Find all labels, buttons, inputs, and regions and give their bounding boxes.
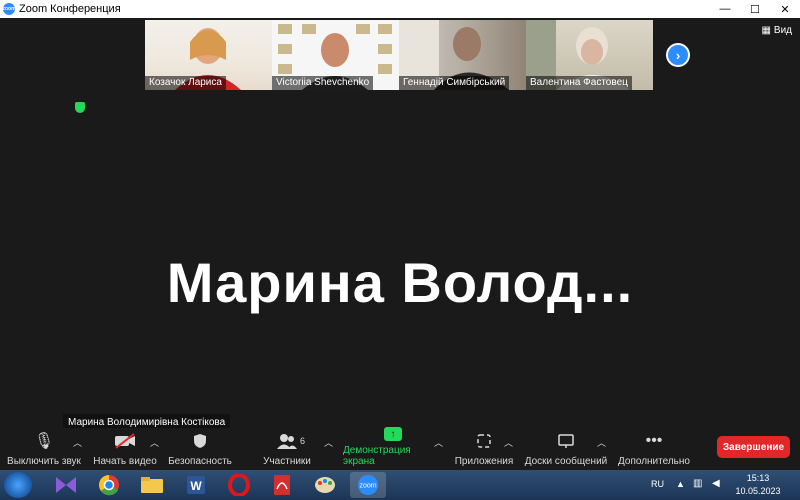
participant-tile[interactable]: Victoriia Shevchenko [272, 20, 399, 90]
video-label: Начать видео [93, 456, 157, 467]
participant-tile[interactable]: Козачок Лариса [145, 20, 272, 90]
security-button[interactable]: Безопасность [167, 428, 233, 470]
whiteboards-label: Доски сообщений [524, 456, 608, 467]
apps-label: Приложения [454, 456, 514, 467]
pdf-reader-icon[interactable] [264, 472, 300, 498]
system-clock[interactable]: 15:13 10.05.2023 [732, 472, 784, 498]
participants-button[interactable]: Участники [260, 428, 314, 470]
participants-label: Участники [263, 456, 311, 467]
view-button-label: Вид [773, 25, 792, 36]
more-dots-icon: ••• [645, 432, 663, 449]
chevron-right-icon: › [675, 47, 681, 63]
active-speaker-name: Марина Волод... [166, 251, 634, 314]
title-bar: zoom Zoom Конференция — ☐ ✕ [0, 0, 800, 18]
view-button[interactable]: ▦ Вид [761, 25, 792, 36]
share-label: Демонстрация экрана [343, 445, 411, 467]
svg-text:W: W [190, 479, 202, 493]
share-options-caret-icon[interactable]: ︿ [434, 436, 443, 449]
network-icon[interactable]: ▥ [693, 478, 702, 489]
language-indicator[interactable]: RU [651, 479, 664, 489]
participants-options-caret-icon[interactable]: ︿ [324, 436, 333, 449]
apps-button[interactable]: Приложения [453, 428, 515, 470]
audio-options-caret-icon[interactable]: ︿ [73, 436, 82, 449]
participant-tile[interactable]: Валентина Фастовец [526, 20, 653, 90]
chrome-icon[interactable] [91, 472, 127, 498]
apps-options-caret-icon[interactable]: ︿ [504, 436, 513, 449]
participants-count: 6 [300, 436, 306, 446]
participants-icon [276, 430, 298, 452]
shield-icon [193, 430, 207, 452]
more-button[interactable]: ••• Дополнительно [616, 428, 692, 470]
clock-time: 15:13 [746, 473, 770, 483]
paint-icon[interactable] [307, 472, 343, 498]
participant-name: Козачок Лариса [145, 76, 226, 90]
mute-label: Выключить звук [7, 456, 81, 467]
whiteboards-options-caret-icon[interactable]: ︿ [597, 436, 606, 449]
svg-text:zoom: zoom [359, 483, 376, 490]
participant-name: Victoriia Shevchenko [272, 76, 374, 90]
video-off-icon [114, 430, 136, 452]
tray-arrow-icon[interactable]: ▲ [676, 479, 685, 489]
next-page-button[interactable]: › [666, 43, 690, 67]
view-grid-icon: ▦ [761, 25, 771, 36]
mute-button[interactable]: 🎙 Выключить звук [6, 428, 82, 470]
meeting-stage: Козачок Лариса Victoriia Shevchenko Генн… [0, 18, 800, 432]
window-controls: — ☐ ✕ [710, 0, 800, 18]
clock-date: 10.05.2023 [735, 486, 781, 496]
word-icon[interactable]: W [178, 472, 214, 498]
end-meeting-button[interactable]: Завершение [717, 436, 790, 458]
start-video-button[interactable]: Начать видео [93, 428, 157, 470]
more-label: Дополнительно [618, 456, 690, 467]
meeting-controls: 🎙 Выключить звук ︿ Начать видео ︿ Безопа… [0, 427, 800, 470]
whiteboards-button[interactable]: Доски сообщений [522, 428, 610, 470]
apps-icon [477, 430, 491, 452]
participant-thumbnails: Козачок Лариса Victoriia Shevchenko Генн… [145, 20, 653, 90]
zoom-app-icon: zoom [2, 3, 16, 15]
maximize-icon[interactable]: ☐ [740, 0, 770, 18]
zoom-taskbar-icon[interactable]: zoom [350, 472, 386, 498]
participant-name: Валентина Фастовец [526, 76, 632, 90]
file-explorer-icon[interactable] [134, 472, 170, 498]
volume-icon[interactable]: ◀ [712, 478, 720, 489]
close-icon[interactable]: ✕ [770, 0, 800, 18]
video-options-caret-icon[interactable]: ︿ [150, 436, 159, 449]
participant-name: Геннадій Симбірський [399, 76, 510, 90]
share-screen-icon: ↑ [384, 427, 402, 441]
microphone-icon: 🎙 [33, 433, 55, 450]
whiteboard-icon [558, 430, 574, 452]
participant-tile[interactable]: Геннадій Симбірський [399, 20, 526, 90]
start-button[interactable] [4, 472, 32, 498]
window-title: Zoom Конференция [19, 3, 121, 15]
security-label: Безопасность [168, 456, 232, 467]
windows-taskbar: W zoom RU ▲ ▥ ◀ 15:13 10.05.2023 [0, 470, 800, 500]
opera-icon[interactable] [221, 472, 257, 498]
media-app-icon[interactable] [48, 472, 84, 498]
encryption-shield-icon[interactable] [75, 102, 85, 113]
share-screen-button[interactable]: ↑ Демонстрация экрана [343, 427, 443, 470]
minimize-icon[interactable]: — [710, 0, 740, 18]
